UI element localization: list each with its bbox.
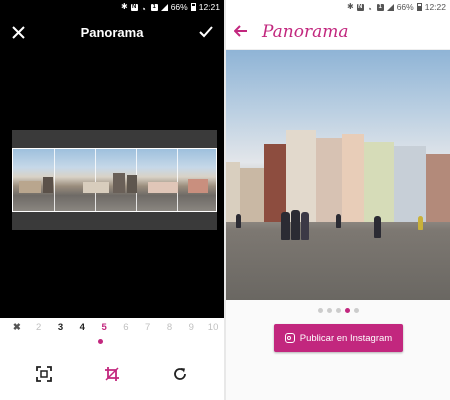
rotate-button[interactable] bbox=[170, 364, 190, 384]
publish-instagram-button[interactable]: Publicar en Instagram bbox=[274, 324, 403, 352]
share-screen: ✱ N ◔ 1 66% 12:22 Panorama Publicar en I… bbox=[226, 0, 450, 400]
crop-fit-icon bbox=[36, 366, 52, 382]
battery-percent: 66% bbox=[396, 2, 414, 12]
photo-pager bbox=[226, 308, 450, 313]
slider-option-6[interactable]: 6 bbox=[115, 322, 137, 333]
confirm-button[interactable] bbox=[196, 22, 216, 42]
wifi-icon: ◔ bbox=[140, 3, 146, 14]
pano-size-slider[interactable]: ✖ 2 3 4 5 6 7 8 9 10 bbox=[0, 318, 224, 348]
pager-dot[interactable] bbox=[353, 308, 359, 313]
slider-option-7[interactable]: 7 bbox=[137, 322, 159, 333]
clock: 12:22 bbox=[424, 2, 446, 12]
sim-icon: 1 bbox=[376, 3, 384, 11]
panorama-photo[interactable] bbox=[226, 50, 450, 300]
share-header: Panorama bbox=[226, 14, 450, 50]
back-button[interactable] bbox=[233, 21, 254, 42]
rotate-icon bbox=[174, 368, 186, 380]
clock: 12:21 bbox=[198, 2, 220, 12]
back-arrow-icon bbox=[233, 25, 247, 37]
editor-toolbar bbox=[0, 348, 224, 400]
slider-option-2[interactable]: 2 bbox=[28, 322, 50, 333]
slider-option-8[interactable]: 8 bbox=[159, 322, 181, 333]
check-icon bbox=[199, 26, 213, 38]
page-title: Panorama bbox=[80, 24, 144, 40]
nfc-icon: N bbox=[130, 3, 138, 11]
slider-close-icon[interactable]: ✖ bbox=[6, 322, 28, 333]
signal-icon bbox=[386, 3, 394, 11]
page-title: Panorama bbox=[262, 21, 349, 42]
editor-header: Panorama bbox=[0, 14, 224, 50]
status-bar: ✱ N ◔ 1 66% 12:21 bbox=[0, 0, 224, 14]
slider-option-10[interactable]: 10 bbox=[202, 322, 224, 333]
crop-button[interactable] bbox=[102, 364, 122, 384]
bluetooth-icon: ✱ bbox=[121, 2, 128, 11]
panorama-crop-frame[interactable] bbox=[12, 130, 217, 230]
pager-dot[interactable] bbox=[335, 308, 341, 313]
panorama-preview-image bbox=[12, 148, 217, 212]
crop-canvas[interactable] bbox=[0, 50, 224, 312]
bluetooth-icon: ✱ bbox=[347, 2, 354, 11]
signal-icon bbox=[160, 3, 168, 11]
wifi-icon: ◔ bbox=[366, 3, 372, 14]
close-button[interactable] bbox=[8, 22, 28, 42]
battery-icon bbox=[416, 3, 422, 11]
slider-option-4[interactable]: 4 bbox=[71, 322, 93, 333]
pager-dot[interactable] bbox=[326, 308, 332, 313]
slider-option-9[interactable]: 9 bbox=[180, 322, 202, 333]
editor-screen: ✱ N ◔ 1 66% 12:21 Panorama ✖ 2 3 4 5 6 7… bbox=[0, 0, 224, 400]
fit-button[interactable] bbox=[34, 364, 54, 384]
battery-icon bbox=[190, 3, 196, 11]
slider-selected-dot bbox=[98, 339, 103, 344]
nfc-icon: N bbox=[356, 3, 364, 11]
battery-percent: 66% bbox=[170, 2, 188, 12]
status-bar: ✱ N ◔ 1 66% 12:22 bbox=[226, 0, 450, 14]
sim-icon: 1 bbox=[150, 3, 158, 11]
pager-dot-active[interactable] bbox=[344, 308, 350, 313]
slider-option-5[interactable]: 5 bbox=[93, 322, 115, 333]
close-icon bbox=[11, 25, 25, 39]
crop-icon bbox=[105, 367, 119, 381]
instagram-icon bbox=[284, 333, 295, 343]
publish-instagram-label: Publicar en Instagram bbox=[299, 332, 393, 344]
slider-option-3[interactable]: 3 bbox=[50, 322, 72, 333]
pager-dot[interactable] bbox=[317, 308, 323, 313]
